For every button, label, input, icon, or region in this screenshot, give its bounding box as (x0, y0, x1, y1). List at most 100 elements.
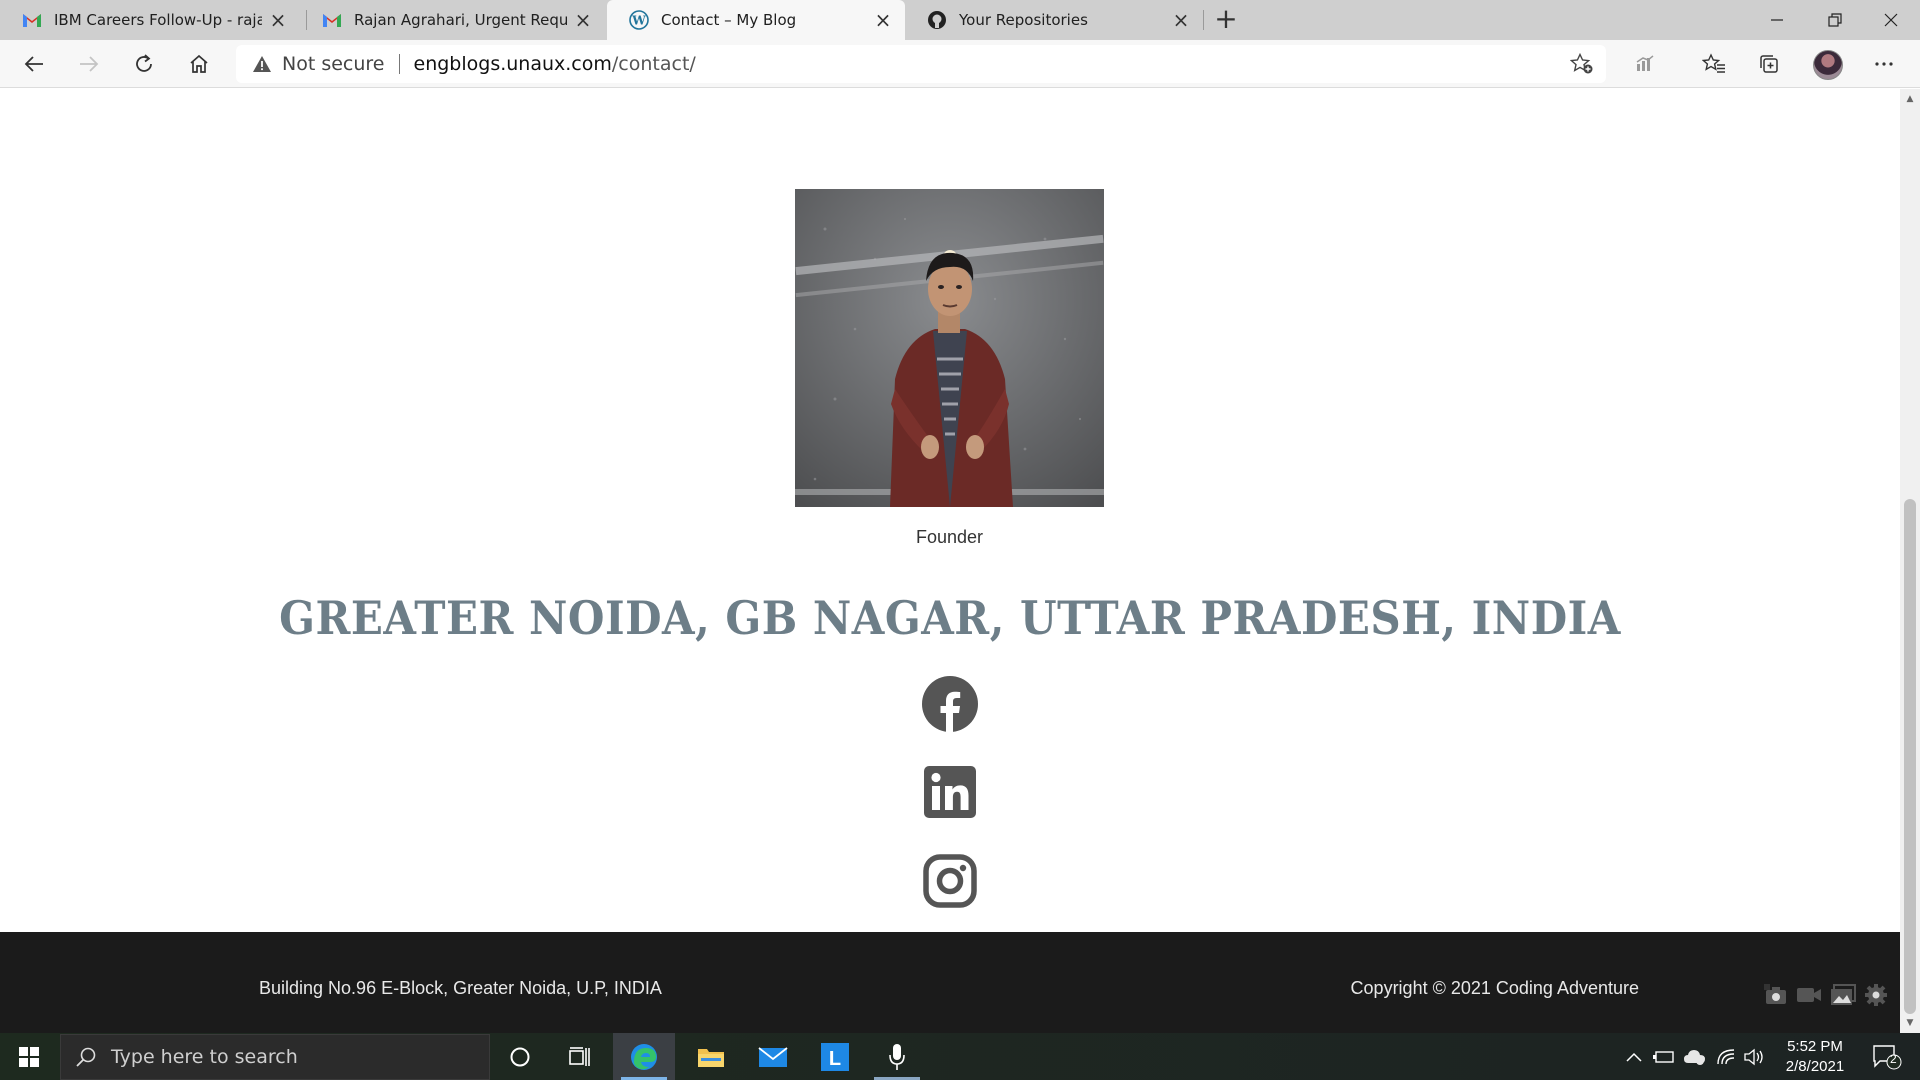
restore-button[interactable] (1806, 0, 1864, 40)
new-tab-button[interactable]: + (1210, 4, 1242, 36)
cortana-icon (510, 1047, 530, 1066)
chart-extension-icon (1636, 55, 1654, 71)
github-icon (927, 10, 947, 30)
favorites-button[interactable] (1696, 46, 1732, 82)
wifi-tray-icon[interactable] (1712, 1033, 1740, 1080)
tab-title: Your Repositories (959, 11, 1088, 29)
show-hidden-icons-button[interactable] (1620, 1033, 1648, 1080)
photo-caption: Founder (915, 527, 984, 547)
clock-date: 2/8/2021 (1785, 1058, 1845, 1075)
footer-copyright: Copyright © 2021 Coding Adventure (1350, 978, 1639, 998)
navigation-bar: Not secure engblogs.unaux.com/contact/ (0, 40, 1920, 88)
tab-title: Contact – My Blog (661, 11, 797, 29)
gear-icon[interactable] (1864, 983, 1888, 1007)
task-view-button[interactable] (555, 1033, 605, 1080)
restore-icon (1828, 13, 1842, 27)
add-favorite-icon[interactable] (1569, 52, 1594, 80)
back-button[interactable] (16, 46, 52, 82)
gallery-icon[interactable] (1830, 984, 1856, 1006)
linkedin-icon (924, 766, 976, 818)
address-divider (398, 54, 400, 74)
close-tab-icon[interactable]: × (873, 8, 893, 32)
notification-count-badge: 2 (1890, 1052, 1897, 1066)
taskbar-clock[interactable]: 5:52 PM 2/8/2021 (1770, 1037, 1860, 1077)
file-explorer-button[interactable] (680, 1033, 742, 1080)
close-tab-icon[interactable]: × (573, 8, 593, 32)
task-view-icon (569, 1046, 590, 1066)
tab-title: Rajan Agrahari, Urgent Requirem (354, 11, 567, 29)
tab-urgent-requirement[interactable]: Rajan Agrahari, Urgent Requirem × (300, 0, 605, 40)
refresh-button[interactable] (126, 46, 162, 82)
chevron-up-icon (1626, 1052, 1642, 1062)
clock-time: 5:52 PM (1787, 1038, 1843, 1055)
capture-toolbar (1764, 980, 1888, 1010)
wordpress-icon: W (629, 10, 649, 30)
l-app-icon: L (821, 1042, 849, 1071)
taskbar-search-box[interactable]: Type here to search (60, 1034, 490, 1080)
voice-recorder-button[interactable] (866, 1033, 928, 1080)
action-center-button[interactable]: 2 (1862, 1033, 1912, 1080)
profile-avatar[interactable] (1813, 50, 1843, 80)
scroll-up-arrow-icon[interactable]: ▲ (1900, 91, 1920, 107)
location-heading: GREATER NOIDA, GB NAGAR, UTTAR PRADESH, … (279, 592, 1621, 645)
security-label[interactable]: Not secure (282, 53, 385, 75)
windows-taskbar: Type here to search L 5:52 PM 2/8/2021 2 (0, 1033, 1920, 1080)
collections-button[interactable] (1751, 46, 1787, 82)
forward-arrow-icon (80, 56, 99, 72)
address-bar[interactable]: Not secure engblogs.unaux.com/contact/ (236, 45, 1606, 83)
instagram-link[interactable] (920, 851, 980, 911)
close-tab-icon[interactable]: × (268, 8, 288, 32)
cloud-icon (1684, 1049, 1705, 1065)
speaker-icon (1744, 1048, 1763, 1065)
camera-icon[interactable] (1764, 984, 1788, 1006)
svg-text:L: L (829, 1048, 841, 1070)
refresh-icon (136, 54, 152, 72)
scroll-down-arrow-icon[interactable]: ▼ (1900, 1015, 1920, 1031)
search-placeholder: Type here to search (111, 1046, 298, 1068)
facebook-link[interactable] (920, 674, 980, 734)
page-scrollbar[interactable]: ▲ ▼ (1900, 89, 1920, 1033)
edge-taskbar-button[interactable] (613, 1033, 675, 1080)
wifi-icon (1717, 1048, 1735, 1064)
volume-tray-icon[interactable] (1740, 1033, 1768, 1080)
collections-icon (1760, 55, 1778, 73)
footer-address: Building No.96 E-Block, Greater Noida, U… (259, 978, 662, 998)
gmail-icon (322, 10, 342, 30)
gmail-icon (22, 10, 42, 30)
onedrive-tray-icon[interactable] (1680, 1033, 1710, 1080)
search-icon (75, 1046, 97, 1068)
microphone-icon (889, 1043, 905, 1070)
url-host[interactable]: engblogs.unaux.com (414, 53, 612, 75)
more-icon (1875, 62, 1893, 66)
forward-button[interactable] (71, 46, 107, 82)
tab-strip: IBM Careers Follow-Up - rajanag × Rajan … (0, 0, 1920, 40)
favorites-icon (1702, 53, 1725, 73)
scrollbar-thumb[interactable] (1904, 499, 1916, 1014)
minimize-button[interactable] (1748, 0, 1806, 40)
url-path[interactable]: /contact/ (612, 53, 696, 75)
reading-view-button[interactable] (1627, 46, 1663, 82)
close-tab-icon[interactable]: × (1171, 8, 1191, 32)
tab-your-repositories[interactable]: Your Repositories × (905, 0, 1203, 40)
linkedin-link[interactable] (920, 762, 980, 822)
home-button[interactable] (181, 46, 217, 82)
tab-ibm-careers[interactable]: IBM Careers Follow-Up - rajanag × (0, 0, 300, 40)
page-content: Founder GREATER NOIDA, GB NAGAR, UTTAR P… (0, 89, 1900, 1033)
instagram-icon (923, 854, 977, 908)
tab-divider (1203, 10, 1204, 30)
windows-logo-icon (19, 1046, 39, 1067)
notification-icon (1873, 1044, 1902, 1069)
cortana-button[interactable] (495, 1033, 545, 1080)
battery-tray-icon[interactable] (1650, 1033, 1678, 1080)
battery-icon (1653, 1050, 1674, 1063)
tab-contact-my-blog[interactable]: W Contact – My Blog × (607, 0, 905, 40)
founder-photo (795, 189, 1104, 507)
settings-more-button[interactable] (1866, 46, 1902, 82)
warning-icon[interactable] (252, 55, 272, 73)
back-arrow-icon (24, 56, 43, 72)
start-button[interactable] (0, 1033, 58, 1080)
l-app-button[interactable]: L (804, 1033, 866, 1080)
close-window-button[interactable] (1862, 0, 1920, 40)
video-camera-icon[interactable] (1796, 985, 1822, 1005)
mail-button[interactable] (742, 1033, 804, 1080)
